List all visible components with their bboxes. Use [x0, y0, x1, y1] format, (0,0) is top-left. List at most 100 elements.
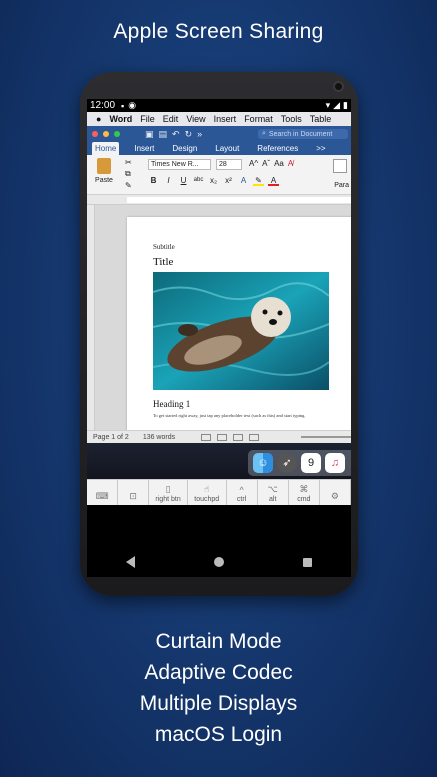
- ctrl-key[interactable]: ^ ctrl: [227, 480, 258, 505]
- ctrl-icon: ^: [239, 485, 244, 495]
- cmd-key[interactable]: ⌘ cmd: [289, 480, 320, 505]
- tab-home[interactable]: Home: [92, 142, 120, 155]
- paste-label: Paste: [95, 177, 113, 184]
- italic-button[interactable]: I: [163, 175, 174, 186]
- zoom-slider[interactable]: [301, 436, 351, 438]
- menu-file[interactable]: File: [140, 114, 155, 124]
- menu-insert[interactable]: Insert: [214, 114, 237, 124]
- print-layout-icon[interactable]: [201, 433, 212, 441]
- doc-heading-1[interactable]: Heading 1: [153, 399, 190, 409]
- underline-button[interactable]: U: [178, 175, 189, 186]
- sd-card-icon: ▪: [121, 100, 125, 111]
- alt-icon: ⌥: [267, 484, 278, 494]
- search-placeholder: Search in Document: [268, 130, 333, 138]
- mac-menu-bar: ● Word File Edit View Insert Format Tool…: [87, 112, 351, 126]
- superscript-button[interactable]: x²: [223, 175, 234, 186]
- feature-macos-login: macOS Login: [154, 723, 283, 746]
- tab-design[interactable]: Design: [169, 142, 200, 155]
- settings-key[interactable]: ⚙: [320, 480, 351, 505]
- search-input[interactable]: ⌕ Search in Document: [258, 129, 348, 139]
- calendar-icon[interactable]: 9: [301, 453, 321, 473]
- format-painter-icon[interactable]: ✎: [125, 181, 132, 190]
- apple-logo-icon[interactable]: ●: [96, 114, 101, 124]
- window-key[interactable]: ⊡: [118, 480, 150, 505]
- window-icon: ⊡: [129, 491, 137, 501]
- doc-title[interactable]: Title: [153, 256, 173, 268]
- special-keys-bar: ⌨ ⊡ ▯ right btn ☝ touchpd ^ ctrl ⌥ alt ⌘…: [87, 479, 351, 505]
- document-area[interactable]: Subtitle Title Heading 1 To get started …: [87, 205, 351, 430]
- alt-key[interactable]: ⌥ alt: [258, 480, 289, 505]
- headline: Apple Screen Sharing: [113, 20, 324, 43]
- copy-icon[interactable]: ⧉: [125, 169, 131, 179]
- music-icon[interactable]: ♫: [325, 453, 345, 473]
- font-name-select[interactable]: Times New R...: [148, 159, 211, 170]
- text-effects-icon[interactable]: A: [238, 175, 249, 186]
- menu-edit[interactable]: Edit: [163, 114, 179, 124]
- touchpad-key[interactable]: ☝ touchpd: [188, 480, 227, 505]
- tab-more[interactable]: >>: [313, 142, 328, 155]
- menu-table[interactable]: Table: [310, 114, 332, 124]
- redo-icon[interactable]: ↻: [185, 129, 193, 140]
- minimize-button[interactable]: [103, 131, 109, 137]
- search-icon: ⌕: [262, 130, 266, 137]
- doc-subtitle[interactable]: Subtitle: [153, 243, 175, 251]
- paragraph-label: Para: [334, 182, 349, 189]
- strikethrough-button[interactable]: abc: [193, 175, 204, 186]
- highlight-icon[interactable]: ✎: [253, 175, 264, 186]
- save-icon[interactable]: ▤: [159, 129, 168, 140]
- gear-icon: ⚙: [330, 491, 339, 501]
- ribbon-home: Paste ✂ ⧉ ✎ Times New R... 28 A^ Aˇ Aa A…: [87, 155, 351, 195]
- font-size-select[interactable]: 28: [216, 159, 242, 170]
- sea-otter-photo[interactable]: [153, 272, 329, 390]
- status-time: 12:00: [90, 100, 116, 111]
- recents-icon[interactable]: [302, 557, 312, 567]
- styles-icon[interactable]: [333, 159, 347, 173]
- keyboard-icon: ⌨: [95, 491, 109, 501]
- web-layout-icon[interactable]: [217, 433, 228, 441]
- right-button-label: right btn: [155, 496, 181, 503]
- word-status-bar: Page 1 of 2 136 words: [87, 430, 351, 443]
- word-count[interactable]: 136 words: [143, 434, 175, 441]
- undo-icon[interactable]: ↶: [172, 129, 180, 140]
- back-icon[interactable]: [126, 556, 136, 568]
- change-case-icon[interactable]: Aa: [274, 159, 284, 168]
- more-icon[interactable]: »: [197, 129, 202, 139]
- paste-button[interactable]: Paste: [92, 158, 116, 184]
- focus-mode-icon[interactable]: [249, 433, 260, 441]
- menu-app-name[interactable]: Word: [109, 114, 132, 124]
- subscript-button[interactable]: x₂: [208, 175, 219, 186]
- home-icon[interactable]: [213, 557, 224, 567]
- finder-icon[interactable]: ☺: [253, 453, 273, 473]
- feature-adaptive-codec: Adaptive Codec: [144, 661, 293, 684]
- zoom-button[interactable]: [114, 131, 120, 137]
- menu-format[interactable]: Format: [244, 114, 273, 124]
- menu-view[interactable]: View: [186, 114, 205, 124]
- right-button-key[interactable]: ▯ right btn: [149, 480, 188, 505]
- menu-tools[interactable]: Tools: [281, 114, 302, 124]
- touchpad-icon: ☝: [203, 484, 210, 494]
- calendar-day: 9: [307, 457, 315, 469]
- sidebar-icon[interactable]: ▣: [145, 129, 154, 140]
- ctrl-label: ctrl: [236, 496, 247, 503]
- page-count[interactable]: Page 1 of 2: [93, 434, 129, 441]
- wifi-icon: ▾: [325, 100, 331, 110]
- clear-format-icon[interactable]: A̸: [288, 159, 293, 168]
- tab-layout[interactable]: Layout: [212, 142, 242, 155]
- grow-font-icon[interactable]: A^: [249, 159, 258, 168]
- word-titlebar: ▣ ▤ ↶ ↻ » ⌕ Search in Document: [87, 126, 351, 142]
- document-page[interactable]: Subtitle Title Heading 1 To get started …: [127, 217, 351, 430]
- phone-screen: 12:00 ▪ ◉ ▾ ◢ ▮ ● Word File Edit View In…: [87, 99, 351, 577]
- outline-view-icon[interactable]: [233, 433, 244, 441]
- shrink-font-icon[interactable]: Aˇ: [262, 159, 270, 168]
- keyboard-key[interactable]: ⌨: [87, 480, 119, 505]
- font-color-icon[interactable]: A: [268, 175, 279, 186]
- cut-icon[interactable]: ✂: [125, 158, 132, 167]
- alt-label: alt: [269, 496, 277, 503]
- doc-body-text[interactable]: To get started right away, just tap any …: [153, 413, 305, 418]
- close-button[interactable]: [92, 131, 98, 137]
- launchpad-icon[interactable]: ➶: [277, 453, 297, 473]
- horizontal-ruler[interactable]: [87, 195, 351, 205]
- tab-references[interactable]: References: [254, 142, 301, 155]
- bold-button[interactable]: B: [148, 175, 159, 186]
- tab-insert[interactable]: Insert: [131, 142, 157, 155]
